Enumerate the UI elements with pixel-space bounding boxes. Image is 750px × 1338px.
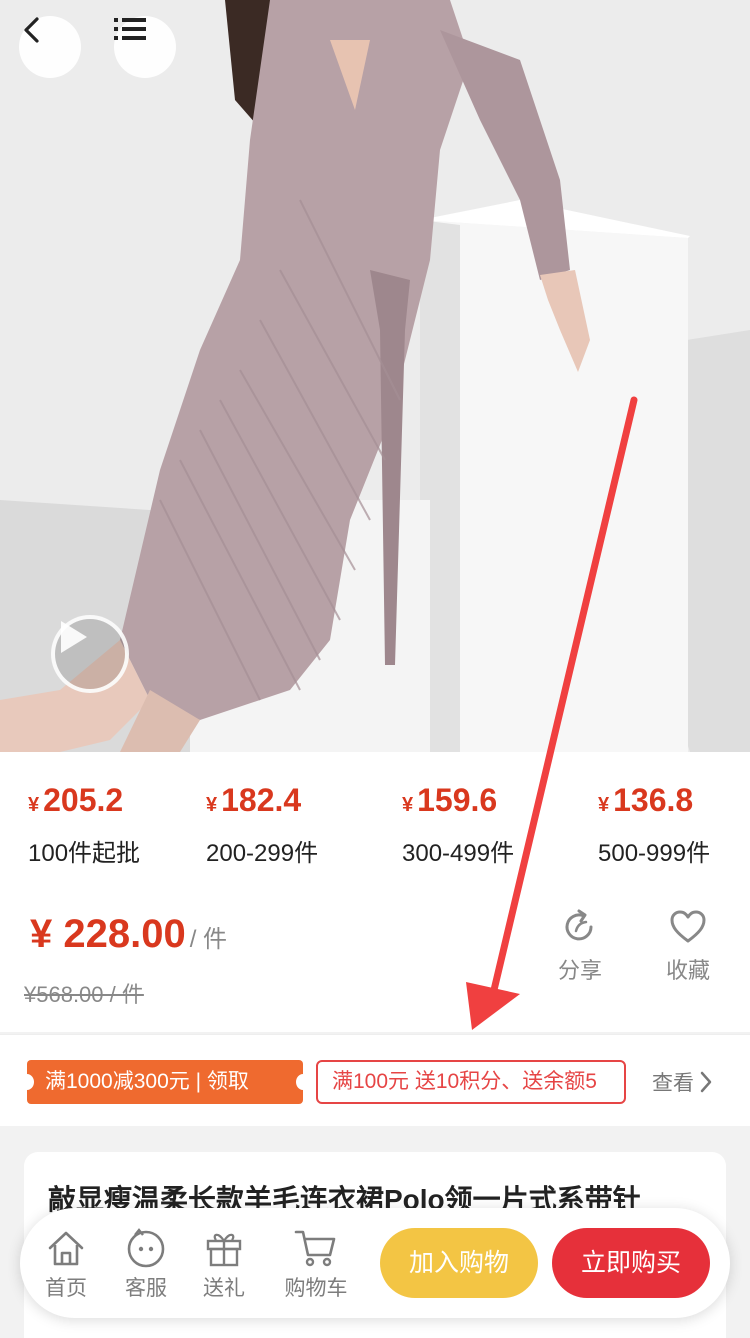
nav-customer-service[interactable]: 客服 [118, 1226, 174, 1302]
price-section: ¥205.2 100件起批 ¥182.4 200-299件 ¥159.6 300… [0, 752, 750, 1032]
favorite-label: 收藏 [665, 958, 710, 983]
view-more-link[interactable]: 查看 [652, 1067, 714, 1097]
nav-label: 首页 [45, 1277, 87, 1300]
price-tier: ¥182.4 200-299件 [206, 782, 318, 868]
nav-home[interactable]: 首页 [38, 1226, 94, 1302]
customer-service-icon [127, 1228, 165, 1268]
chevron-right-icon [700, 1071, 712, 1093]
home-icon [48, 1231, 84, 1266]
add-to-cart-button[interactable]: 加入购物 [380, 1228, 538, 1298]
current-price-value: ¥ 228.00 [30, 912, 186, 956]
tier-quantity: 200-299件 [206, 840, 319, 867]
gift-icon [206, 1233, 242, 1267]
tier-price: 205.2 [43, 782, 124, 818]
nav-cart[interactable]: 购物车 [276, 1226, 356, 1302]
tier-price: 159.6 [417, 782, 498, 818]
nav-label: 客服 [125, 1277, 167, 1300]
bottom-action-bar: 首页 客服 送礼 购物车 加入购物 立即购买 [20, 1208, 730, 1318]
play-icon [61, 621, 87, 653]
tier-price: 136.8 [613, 782, 694, 818]
currency-symbol: ¥ [598, 794, 610, 816]
share-icon [565, 909, 593, 941]
buy-now-button[interactable]: 立即购买 [552, 1228, 710, 1298]
original-price: ¥568.00 / 件 [24, 982, 144, 1007]
nav-gift[interactable]: 送礼 [196, 1226, 252, 1302]
currency-symbol: ¥ [206, 794, 218, 816]
share-button[interactable]: 分享 [540, 907, 620, 985]
currency-symbol: ¥ [28, 794, 40, 816]
tier-quantity: 500-999件 [598, 840, 711, 867]
back-button[interactable] [19, 16, 81, 78]
price-unit: / 件 [189, 926, 228, 953]
price-tier: ¥136.8 500-999件 [598, 782, 710, 868]
heart-icon [670, 910, 706, 943]
chevron-left-icon [24, 17, 39, 43]
nav-label: 送礼 [203, 1277, 245, 1300]
tier-quantity: 300-499件 [402, 840, 515, 867]
view-more-label: 查看 [652, 1072, 694, 1095]
favorite-button[interactable]: 收藏 [648, 907, 728, 985]
play-video-button[interactable] [51, 615, 129, 693]
promotions-row: 满1000减300元 | 领取 满100元 送10积分、送余额5 查看 [0, 1034, 750, 1126]
price-tier: ¥159.6 300-499件 [402, 782, 514, 868]
cart-icon [294, 1230, 336, 1267]
promotion-tag[interactable]: 满100元 送10积分、送余额5 [316, 1060, 626, 1104]
coupon-claim-button[interactable]: 满1000减300元 | 领取 [20, 1060, 310, 1104]
price-tier: ¥205.2 100件起批 [28, 782, 140, 868]
tier-price: 182.4 [221, 782, 302, 818]
menu-button[interactable] [114, 16, 176, 78]
share-label: 分享 [557, 958, 602, 983]
product-image[interactable] [0, 0, 750, 752]
tier-quantity: 100件起批 [28, 840, 141, 867]
currency-symbol: ¥ [402, 794, 414, 816]
current-price: ¥ 228.00/ 件 [30, 912, 227, 957]
nav-label: 购物车 [284, 1277, 348, 1300]
list-icon [114, 18, 146, 40]
